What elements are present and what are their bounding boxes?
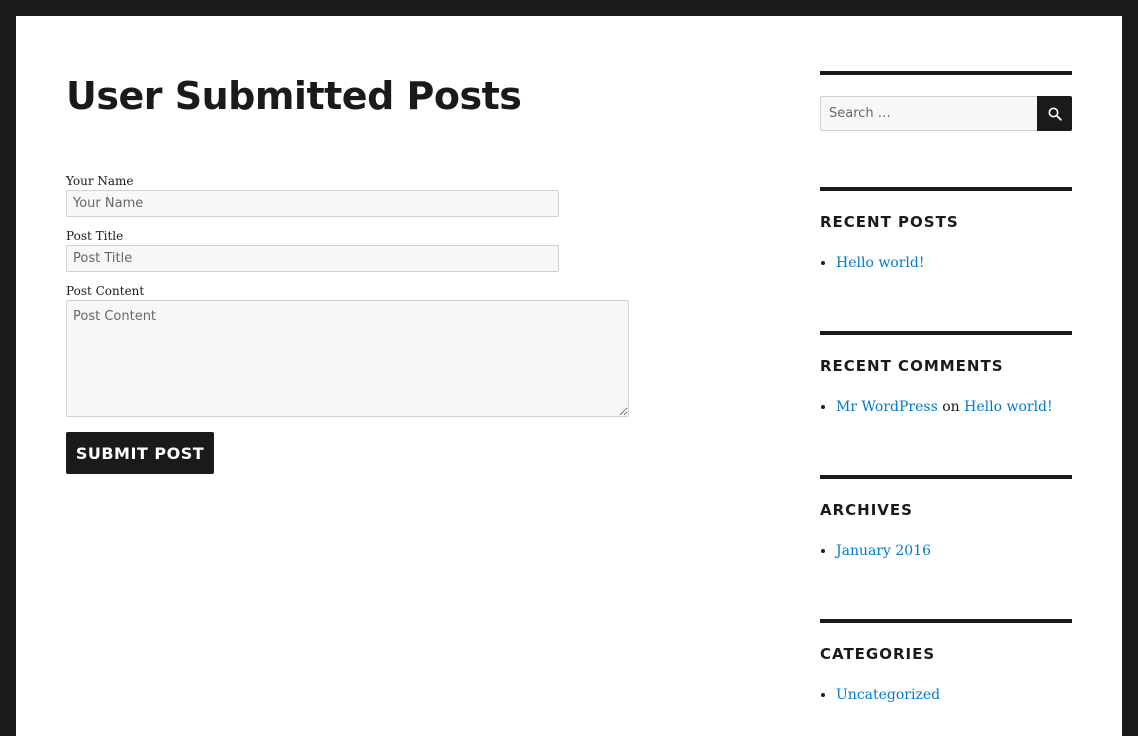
recent-comments-title: RECENT COMMENTS xyxy=(820,357,1004,375)
recent-post-link[interactable]: Hello world! xyxy=(836,255,925,271)
submit-post-button[interactable]: SUBMIT POST xyxy=(66,432,214,474)
page-title: User Submitted Posts xyxy=(66,74,522,118)
recent-posts-list: Hello world! xyxy=(820,255,925,271)
categories-list: Uncategorized xyxy=(820,687,940,703)
category-link[interactable]: Uncategorized xyxy=(836,687,940,703)
archive-link[interactable]: January 2016 xyxy=(836,543,931,559)
archives-list: January 2016 xyxy=(820,543,931,559)
widget-divider xyxy=(820,475,1072,479)
list-item: Uncategorized xyxy=(836,687,940,703)
widget-divider xyxy=(820,331,1072,335)
recent-comments-list: Mr WordPress on Hello world! xyxy=(820,399,1053,415)
list-item: Mr WordPress on Hello world! xyxy=(836,399,1053,415)
post-content-label: Post Content xyxy=(66,284,145,298)
list-item: January 2016 xyxy=(836,543,931,559)
search-button[interactable] xyxy=(1037,96,1072,131)
widget-divider xyxy=(820,619,1072,623)
widget-divider xyxy=(820,71,1072,75)
list-item: Hello world! xyxy=(836,255,925,271)
comment-connector: on xyxy=(942,399,960,415)
name-label: Your Name xyxy=(66,174,134,188)
post-content-textarea[interactable] xyxy=(66,300,629,417)
recent-posts-title: RECENT POSTS xyxy=(820,213,959,231)
search-icon xyxy=(1048,107,1062,121)
search-input[interactable] xyxy=(820,96,1038,131)
page: User Submitted Posts Your Name Post Titl… xyxy=(16,16,1122,736)
name-input[interactable] xyxy=(66,190,559,217)
widget-divider xyxy=(820,187,1072,191)
comment-author-link[interactable]: Mr WordPress xyxy=(836,399,938,415)
post-title-label: Post Title xyxy=(66,229,124,243)
archives-title: ARCHIVES xyxy=(820,501,913,519)
post-title-input[interactable] xyxy=(66,245,559,272)
categories-title: CATEGORIES xyxy=(820,645,936,663)
comment-post-link[interactable]: Hello world! xyxy=(964,399,1053,415)
